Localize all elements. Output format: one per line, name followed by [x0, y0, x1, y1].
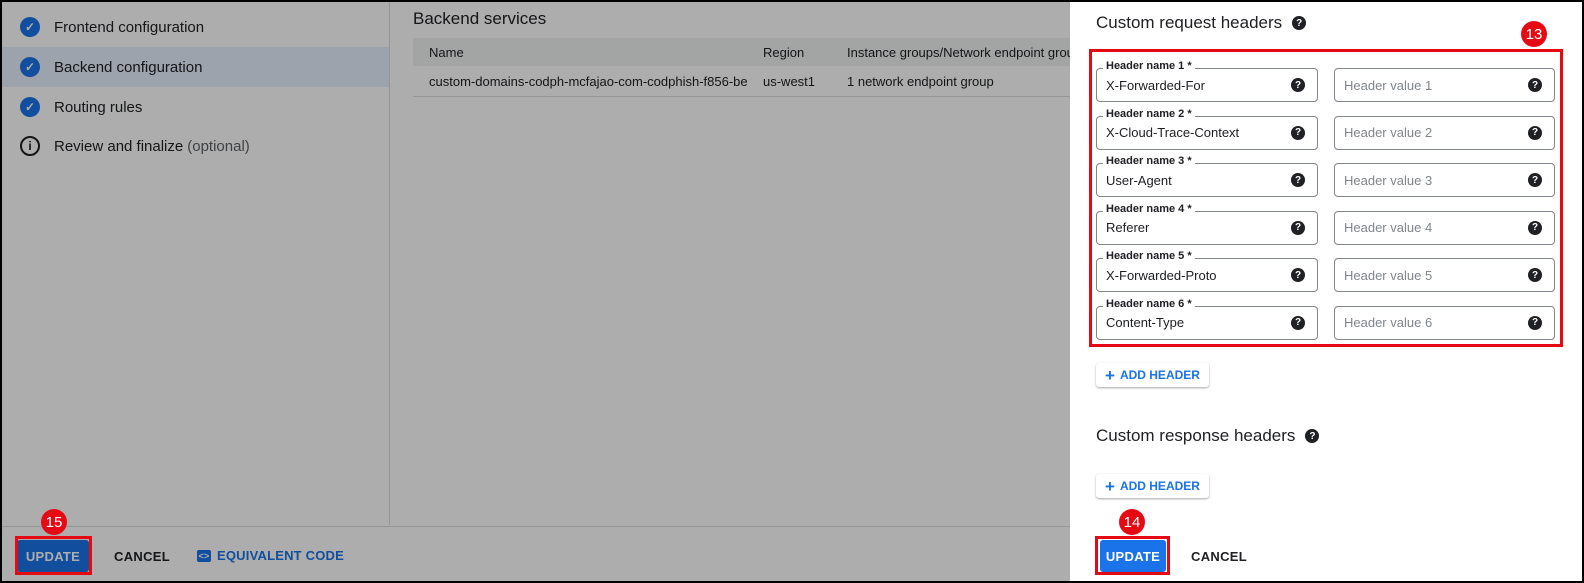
panel-cancel-button[interactable]: CANCEL — [1191, 549, 1247, 564]
highlight-box-14 — [1095, 536, 1170, 575]
screen: ✓ Frontend configuration ✓ Backend confi… — [0, 0, 1584, 583]
highlight-box-13 — [1089, 49, 1563, 347]
annotation-badge-13: 13 — [1521, 21, 1547, 47]
add-header-label: ADD HEADER — [1119, 479, 1200, 493]
plus-icon: + — [1105, 365, 1115, 385]
section-title-text: Custom response headers — [1096, 426, 1296, 445]
help-icon[interactable]: ? — [1305, 429, 1320, 443]
annotation-badge-14: 14 — [1119, 509, 1145, 535]
plus-icon: + — [1105, 476, 1115, 496]
modal-scrim — [2, 2, 1070, 581]
custom-response-headers-title: Custom response headers ? — [1096, 426, 1320, 446]
section-title-text: Custom request headers — [1096, 13, 1283, 32]
add-request-header-button[interactable]: + ADD HEADER — [1096, 363, 1209, 387]
custom-request-headers-title: Custom request headers ? — [1096, 13, 1307, 33]
annotation-badge-15: 15 — [41, 509, 67, 535]
add-response-header-button[interactable]: + ADD HEADER — [1096, 474, 1209, 498]
add-header-label: ADD HEADER — [1119, 368, 1200, 382]
help-icon[interactable]: ? — [1292, 16, 1307, 30]
highlight-box-15 — [15, 536, 92, 575]
